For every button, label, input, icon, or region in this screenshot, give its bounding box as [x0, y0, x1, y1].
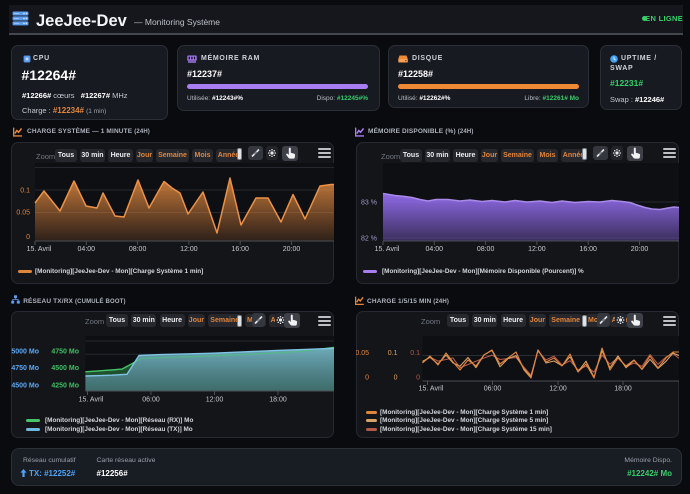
- svg-text:04:00: 04:00: [426, 246, 444, 253]
- svg-text:83 %: 83 %: [361, 200, 377, 207]
- svg-text:12:00: 12:00: [206, 397, 224, 404]
- svg-text:12:00: 12:00: [528, 246, 546, 253]
- svg-text:08:00: 08:00: [129, 246, 147, 253]
- svg-text:20:00: 20:00: [631, 246, 649, 253]
- svg-text:15. Avril: 15. Avril: [375, 246, 400, 253]
- svg-text:06:00: 06:00: [484, 386, 502, 393]
- svg-text:16:00: 16:00: [579, 246, 597, 253]
- svg-text:0: 0: [365, 375, 369, 382]
- svg-text:08:00: 08:00: [477, 246, 495, 253]
- svg-text:82 %: 82 %: [361, 236, 377, 243]
- svg-text:20:00: 20:00: [283, 246, 301, 253]
- svg-text:06:00: 06:00: [142, 397, 160, 404]
- svg-text:15. Avril: 15. Avril: [419, 386, 444, 393]
- svg-text:15. Avril: 15. Avril: [27, 246, 52, 253]
- svg-text:5000 Mo: 5000 Mo: [11, 349, 39, 356]
- svg-text:15. Avril: 15. Avril: [79, 397, 104, 404]
- svg-text:18:00: 18:00: [269, 397, 287, 404]
- svg-text:0: 0: [26, 234, 30, 241]
- svg-text:4250 Mo: 4250 Mo: [51, 383, 79, 390]
- svg-text:0.05: 0.05: [16, 210, 30, 217]
- svg-text:12:00: 12:00: [549, 386, 567, 393]
- svg-text:0.1: 0.1: [388, 350, 398, 357]
- svg-text:12:00: 12:00: [180, 246, 198, 253]
- svg-text:0: 0: [394, 375, 398, 382]
- svg-text:4750 Mo: 4750 Mo: [51, 349, 79, 356]
- svg-text:18:00: 18:00: [614, 386, 632, 393]
- svg-text:04:00: 04:00: [78, 246, 96, 253]
- svg-text:16:00: 16:00: [231, 246, 249, 253]
- svg-text:0.1: 0.1: [20, 188, 30, 195]
- svg-text:0.05: 0.05: [356, 350, 369, 357]
- svg-text:0: 0: [416, 375, 420, 382]
- svg-text:4500 Mo: 4500 Mo: [51, 365, 79, 372]
- svg-text:4750 Mo: 4750 Mo: [11, 365, 39, 372]
- svg-text:0.1: 0.1: [410, 350, 420, 357]
- svg-text:4500 Mo: 4500 Mo: [11, 383, 39, 390]
